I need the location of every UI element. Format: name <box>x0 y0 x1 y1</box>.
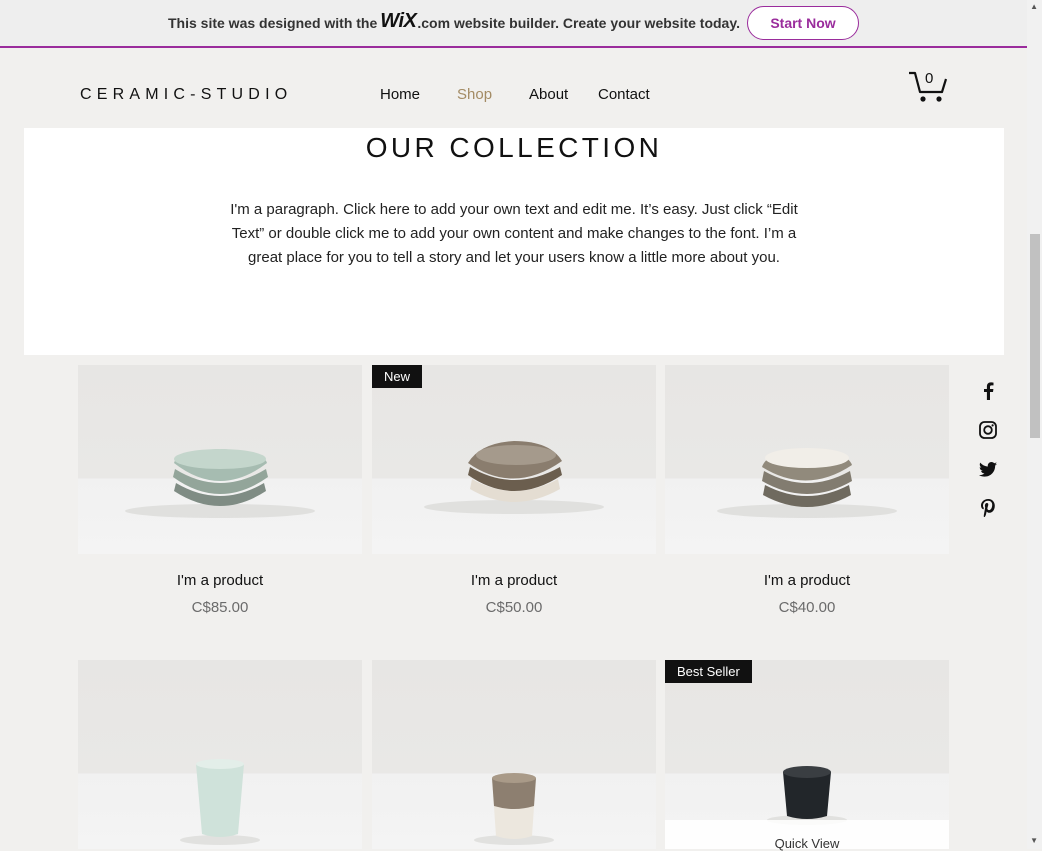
nav-contact[interactable]: Contact <box>598 86 650 103</box>
wix-promo-banner: This site was designed with the WiX .com… <box>0 0 1027 48</box>
collection-title: OUR COLLECTION <box>365 132 663 163</box>
product-name[interactable]: I'm a product <box>665 572 949 589</box>
nav-about[interactable]: About <box>529 86 598 103</box>
product-name[interactable]: I'm a product <box>78 572 362 589</box>
product-image[interactable] <box>372 365 656 554</box>
product-image[interactable] <box>78 365 362 554</box>
site-logo[interactable]: CERAMIC-STUDIO <box>80 86 292 104</box>
product-price: C$85.00 <box>191 599 249 616</box>
social-bar <box>978 381 998 537</box>
scroll-up-arrow-icon[interactable]: ▲ <box>1030 2 1038 11</box>
scrollbar[interactable]: ▲ ▼ <box>1027 0 1042 849</box>
start-now-button[interactable]: Start Now <box>746 6 859 40</box>
site-header: CERAMIC-STUDIO Home Shop About Contact 0 <box>0 48 1027 128</box>
cart-button[interactable]: 0 <box>908 70 948 104</box>
facebook-icon[interactable] <box>978 381 998 401</box>
product-name[interactable]: I'm a product <box>372 572 656 589</box>
wix-promo-text: This site was designed with the WiX .com… <box>168 10 740 37</box>
cart-count: 0 <box>925 70 934 87</box>
quick-view-button[interactable]: Quick View <box>665 820 949 851</box>
best-seller-badge: Best Seller <box>665 660 752 683</box>
nav-home[interactable]: Home <box>380 86 457 103</box>
product-image[interactable] <box>372 660 656 849</box>
wix-promo-prefix: This site was designed with the <box>168 15 378 31</box>
product-price: C$50.00 <box>485 599 543 616</box>
product-image[interactable] <box>665 365 949 554</box>
collection-paragraph: I'm a paragraph. Click here to add your … <box>230 201 798 266</box>
main-nav: Home Shop About Contact <box>380 86 650 103</box>
collection-intro: OUR COLLECTION I'm a paragraph. Click he… <box>24 128 1004 355</box>
scrollbar-thumb[interactable] <box>1030 234 1040 438</box>
pinterest-icon[interactable] <box>978 498 998 518</box>
product-image[interactable] <box>78 660 362 849</box>
new-badge: New <box>372 365 423 388</box>
nav-shop[interactable]: Shop <box>457 86 529 103</box>
twitter-icon[interactable] <box>978 459 998 479</box>
wix-promo-suffix: .com website builder. Create your websit… <box>417 15 740 31</box>
scroll-down-arrow-icon[interactable]: ▼ <box>1030 836 1038 845</box>
product-price: C$40.00 <box>778 599 836 616</box>
wix-logo: WiX <box>380 9 417 32</box>
instagram-icon[interactable] <box>978 420 998 440</box>
